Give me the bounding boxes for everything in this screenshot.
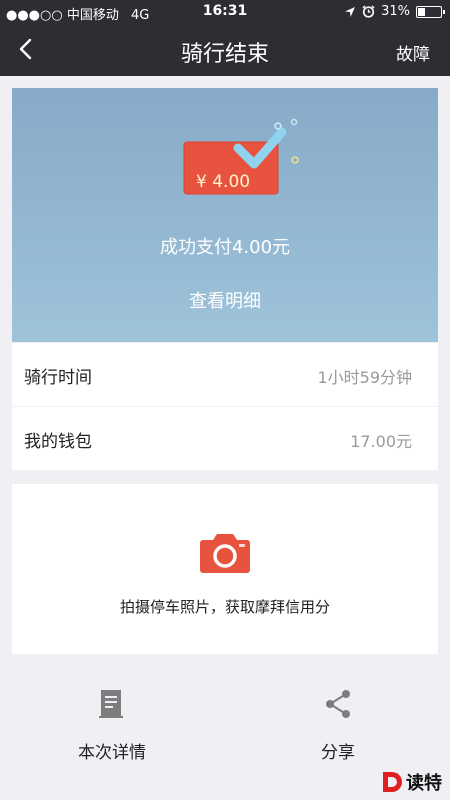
- status-bar: ●●●○○ 中国移动 4G 16:31 31%: [0, 0, 450, 24]
- page-title: 骑行结束: [180, 42, 269, 67]
- ride-time-row: 骑行时间 1小时59分钟: [12, 343, 438, 406]
- dute-logo-icon: [383, 772, 402, 792]
- amount-tag: ¥ 4.00: [196, 172, 251, 192]
- share-icon: [326, 690, 350, 718]
- location-arrow-icon: [345, 6, 356, 17]
- battery-percent: 31%: [381, 4, 410, 19]
- receipt-icon: [99, 690, 123, 718]
- wallet-label: 我的钱包: [24, 432, 92, 452]
- share-button[interactable]: 分享: [238, 688, 438, 768]
- ride-time-label: 骑行时间: [24, 368, 92, 388]
- wallet-row[interactable]: 我的钱包 17.00元: [12, 407, 438, 470]
- ride-time-value: 1小时59分钟: [317, 368, 412, 387]
- top-bar: ●●●○○ 中国移动 4G 16:31 31% 骑行结束 故障: [0, 0, 450, 76]
- report-fault-button[interactable]: 故障: [396, 40, 430, 65]
- alarm-icon: [362, 5, 375, 18]
- camera-icon[interactable]: [199, 530, 251, 574]
- payment-success-illustration: ¥ 4.00: [182, 118, 302, 198]
- wallet-balance: 17.00元: [350, 432, 412, 451]
- parking-photo-card[interactable]: 拍摄停车照片，获取摩拜信用分: [12, 484, 438, 654]
- ride-details-button[interactable]: 本次详情: [12, 688, 212, 768]
- share-label: 分享: [321, 743, 355, 763]
- watermark: 读特: [381, 768, 442, 796]
- watermark-text: 读特: [406, 773, 442, 794]
- payment-summary-card: ¥ 4.00 成功支付4.00元 查看明细: [12, 88, 438, 342]
- battery-icon: [416, 5, 445, 18]
- ride-details-label: 本次详情: [78, 743, 146, 763]
- payment-success-text: 成功支付4.00元: [159, 237, 291, 258]
- status-right: 31%: [344, 4, 445, 19]
- view-details-link[interactable]: 查看明细: [12, 287, 438, 313]
- parking-photo-text: 拍摄停车照片，获取摩拜信用分: [119, 598, 330, 616]
